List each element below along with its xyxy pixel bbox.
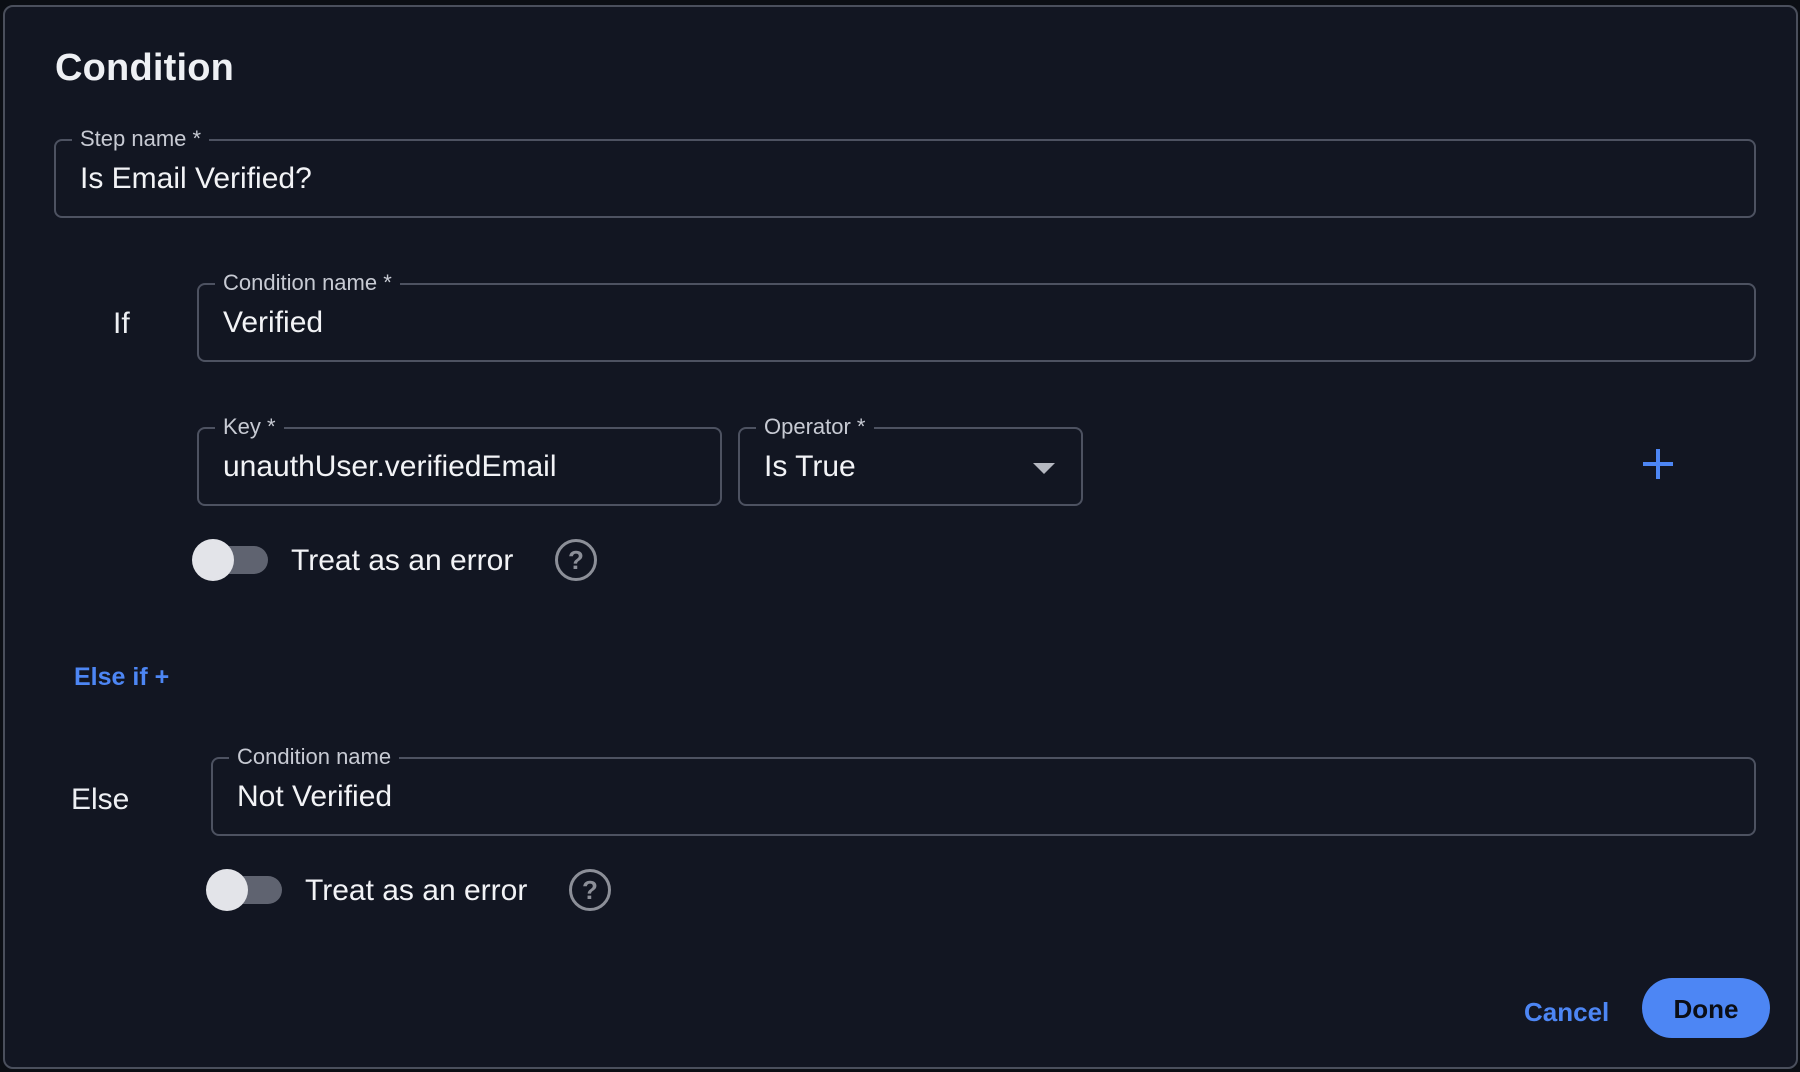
question-circle-icon[interactable]: ? [555,539,597,581]
step-name-input[interactable] [80,161,1688,197]
if-treat-as-error-label: Treat as an error [291,544,514,577]
operator-value: Is True [764,450,856,483]
else-label: Else [71,783,130,816]
cancel-button[interactable]: Cancel [1524,997,1609,1028]
question-circle-icon[interactable]: ? [569,869,611,911]
dialog-title: Condition [55,47,235,89]
else-treat-as-error-toggle[interactable] [206,869,282,911]
else-if-add-link[interactable]: Else if + [74,663,169,692]
key-input[interactable] [223,449,704,485]
toggle-knob [192,539,234,581]
step-name-field[interactable]: Step name * [54,126,1756,218]
if-condition-name-input[interactable] [223,305,1688,341]
operator-label: Operator * [756,414,874,440]
else-treat-as-error-label: Treat as an error [305,874,528,907]
if-condition-name-field[interactable]: Condition name * [197,270,1756,362]
step-name-label: Step name * [72,126,210,152]
key-field[interactable]: Key * [197,414,722,506]
operator-select[interactable]: Operator * Is True [738,414,1083,506]
if-treat-as-error-toggle[interactable] [192,539,268,581]
done-button[interactable]: Done [1642,978,1770,1038]
else-condition-name-label: Condition name [229,744,400,770]
key-label: Key * [215,414,284,440]
else-condition-name-input[interactable] [237,779,1688,815]
toggle-knob [206,869,248,911]
chevron-down-icon [1033,463,1055,474]
condition-dialog: Condition Step name * If Condition name … [3,5,1798,1069]
if-label: If [113,307,130,340]
if-condition-name-label: Condition name * [215,270,400,296]
else-condition-name-field[interactable]: Condition name [211,744,1756,836]
add-rule-plus-icon[interactable] [1643,449,1673,479]
